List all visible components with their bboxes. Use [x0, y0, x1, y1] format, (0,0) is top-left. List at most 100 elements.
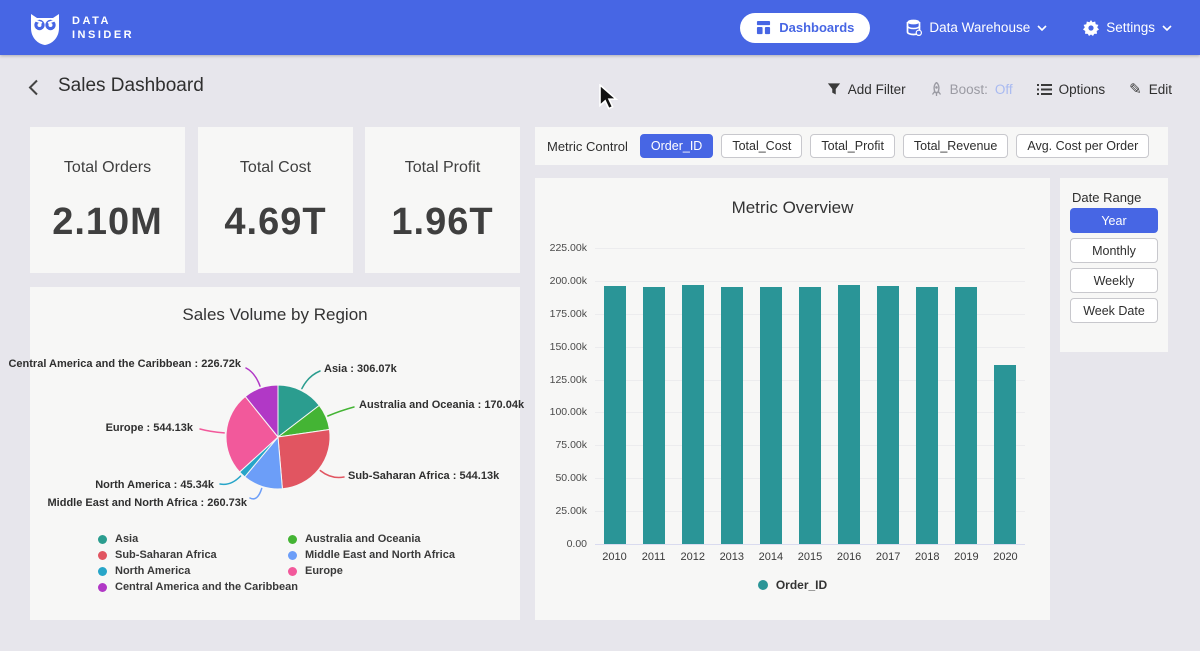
header-actions: Add Filter Boost: Off Options ✎ Edit — [827, 80, 1172, 98]
options-button[interactable]: Options — [1037, 82, 1106, 97]
x-axis-tick: 2019 — [947, 551, 986, 563]
x-axis-tick: 2013 — [712, 551, 751, 563]
list-options-icon — [1037, 83, 1052, 96]
legend-dot — [288, 551, 297, 560]
bar-2012[interactable] — [682, 285, 704, 544]
pie-slice-central-america-and-the-caribbean[interactable] — [245, 385, 278, 437]
kpi-value: 4.69T — [198, 201, 353, 244]
metric-option-avg-cost-per-order[interactable]: Avg. Cost per Order — [1016, 134, 1149, 158]
date-option-monthly[interactable]: Monthly — [1070, 238, 1158, 263]
pie-leader-line — [250, 489, 262, 499]
metric-control-bar: Metric Control Order_ID Total_Cost Total_P… — [535, 127, 1168, 165]
x-axis-tick: 2015 — [790, 551, 829, 563]
pie-legend-item: North America — [98, 565, 190, 577]
metric-control-label: Metric Control — [547, 139, 628, 154]
pie-legend-item: Sub-Saharan Africa — [98, 549, 217, 561]
pie-slice-label: Central America and the Caribbean : 226.… — [8, 358, 241, 370]
bar-2013[interactable] — [721, 287, 743, 544]
rocket-icon — [930, 82, 943, 97]
metric-option-order-id[interactable]: Order_ID — [640, 134, 713, 158]
pie-slice-label: Asia : 306.07k — [324, 363, 397, 375]
bar-2011[interactable] — [643, 287, 665, 544]
pie-slice-label: Middle East and North Africa : 260.73k — [48, 497, 247, 509]
legend-label: Australia and Oceania — [305, 533, 421, 545]
metric-option-total-revenue[interactable]: Total_Revenue — [903, 134, 1008, 158]
metric-options: Order_ID Total_Cost Total_Profit Total_Reve… — [640, 134, 1149, 158]
pie-slice-middle-east-and-north-africa[interactable] — [245, 437, 283, 489]
bar-chart-legend: Order_ID — [535, 578, 1050, 592]
legend-label: Central America and the Caribbean — [115, 581, 298, 593]
kpi-label: Total Profit — [365, 159, 520, 177]
date-range-panel: Date Range YearMonthlyWeeklyWeek Date — [1060, 178, 1168, 352]
chevron-left-icon — [28, 79, 39, 96]
legend-dot — [758, 580, 768, 590]
legend-label: Europe — [305, 565, 343, 577]
y-axis-tick: 25.00k — [535, 505, 587, 517]
filter-funnel-icon — [827, 82, 841, 96]
legend-label: Middle East and North Africa — [305, 549, 455, 561]
bar-2017[interactable] — [877, 286, 899, 544]
date-option-weekly[interactable]: Weekly — [1070, 268, 1158, 293]
legend-dot — [98, 567, 107, 576]
owl-logo-icon — [28, 10, 62, 46]
data-warehouse-label: Data Warehouse — [929, 20, 1030, 35]
pie-slice-sub-saharan-africa[interactable] — [278, 430, 330, 489]
brand-line-2: INSIDER — [72, 28, 134, 42]
pie-legend-item: Australia and Oceania — [288, 533, 421, 545]
database-icon — [906, 19, 922, 36]
gridline — [595, 544, 1025, 545]
pie-leader-line — [328, 407, 354, 416]
pie-leader-line — [320, 471, 344, 478]
settings-menu[interactable]: Settings — [1083, 20, 1172, 36]
bar-2014[interactable] — [760, 287, 782, 544]
legend-dot — [98, 535, 107, 544]
pie-slice-north-america[interactable] — [240, 437, 278, 477]
edit-label: Edit — [1149, 82, 1172, 97]
edit-button[interactable]: ✎ Edit — [1129, 80, 1172, 98]
boost-toggle[interactable]: Boost: Off — [930, 82, 1013, 97]
pie-legend-item: Central America and the Caribbean — [98, 581, 298, 593]
bar-2018[interactable] — [916, 287, 938, 544]
brand-line-1: DATA — [72, 14, 134, 28]
metric-option-total-profit[interactable]: Total_Profit — [810, 134, 895, 158]
pie-chart-title: Sales Volume by Region — [30, 287, 520, 325]
y-axis-tick: 75.00k — [535, 439, 587, 451]
add-filter-label: Add Filter — [848, 82, 906, 97]
pie-slice-label: Europe : 544.13k — [106, 422, 193, 434]
date-option-year[interactable]: Year — [1070, 208, 1158, 233]
gear-icon — [1083, 20, 1099, 36]
bar-2020[interactable] — [994, 365, 1016, 544]
bar-2019[interactable] — [955, 287, 977, 544]
pie-slice-label: Australia and Oceania : 170.04k — [359, 399, 524, 411]
bar-2010[interactable] — [604, 286, 626, 544]
bar-2015[interactable] — [799, 287, 821, 544]
brand: DATA INSIDER — [28, 10, 134, 46]
boost-value: Off — [995, 82, 1013, 97]
y-axis-tick: 50.00k — [535, 472, 587, 484]
settings-label: Settings — [1106, 20, 1155, 35]
dashboard-grid-icon — [756, 20, 771, 35]
back-button[interactable] — [28, 79, 39, 101]
x-axis-tick: 2020 — [986, 551, 1025, 563]
chevron-down-icon — [1037, 25, 1047, 31]
data-warehouse-menu[interactable]: Data Warehouse — [906, 19, 1047, 36]
pie-leader-line — [246, 368, 260, 386]
legend-label: Order_ID — [776, 578, 827, 592]
add-filter-button[interactable]: Add Filter — [827, 82, 906, 97]
bar-2016[interactable] — [838, 285, 860, 544]
date-option-week-date[interactable]: Week Date — [1070, 298, 1158, 323]
y-axis-tick: 100.00k — [535, 406, 587, 418]
pie-slice-europe[interactable] — [226, 397, 278, 473]
legend-label: Asia — [115, 533, 138, 545]
y-axis-tick: 200.00k — [535, 275, 587, 287]
pie-slice-australia-and-oceania[interactable] — [278, 405, 330, 437]
pie-slice-asia[interactable] — [278, 385, 319, 437]
pie-slice-label: North America : 45.34k — [95, 479, 214, 491]
metric-option-total-cost[interactable]: Total_Cost — [721, 134, 802, 158]
x-axis-tick: 2010 — [595, 551, 634, 563]
pie-slice-label: Sub-Saharan Africa : 544.13k — [348, 470, 499, 482]
legend-dot — [98, 583, 107, 592]
sales-volume-card: Sales Volume by Region Asia : 306.07k Aus… — [30, 287, 520, 620]
pie-legend-item: Middle East and North Africa — [288, 549, 455, 561]
dashboards-button[interactable]: Dashboards — [740, 13, 870, 43]
